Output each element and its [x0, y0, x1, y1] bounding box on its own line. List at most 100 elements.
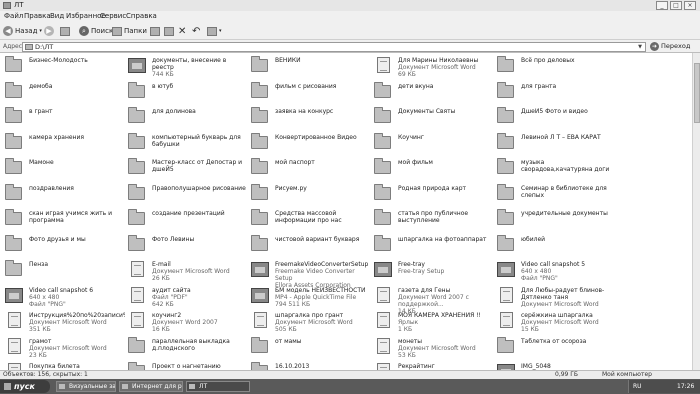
list-item[interactable]: Семинар в библиотеке для слепых	[496, 182, 618, 206]
menu-file[interactable]: Файл	[4, 11, 23, 22]
list-item[interactable]: 16.10.2013	[250, 360, 372, 370]
list-item[interactable]: для долинова	[127, 105, 249, 129]
list-item[interactable]: ВЕНИКИ	[250, 54, 372, 78]
list-item[interactable]: монеты Документ Microsoft Word 53 КБ	[373, 335, 495, 359]
list-item[interactable]: Правополушарное рисование	[127, 182, 249, 206]
installer-icon	[250, 260, 270, 277]
folders-button[interactable]: Папки	[112, 25, 147, 37]
list-item[interactable]: Video call snapshot 6 640 x 480 Файл "PNG…	[4, 284, 126, 308]
list-item[interactable]: поздравления	[4, 182, 126, 206]
list-item[interactable]: Проект о нагнетанию детского	[127, 360, 249, 370]
menu-tools[interactable]: Сервис	[100, 11, 126, 22]
list-item[interactable]: Инструкция%20по%20записи%20и...Документ …	[4, 309, 126, 333]
list-item[interactable]: E-mail Документ Microsoft Word 26 КБ	[127, 258, 249, 282]
list-item[interactable]: компьютерный букварь для бабушки	[127, 131, 249, 155]
list-item[interactable]: от мамы	[250, 335, 372, 359]
list-item[interactable]: Фото друзья и мы	[4, 233, 126, 257]
list-item[interactable]: Мастер-класс от Депостар и дшеЙ5	[127, 156, 249, 180]
item-details: Файл "PDF" 642 КБ	[152, 293, 188, 308]
menu-edit[interactable]: Правка	[24, 11, 51, 22]
list-item[interactable]: Таблетка от осороза	[496, 335, 618, 359]
list-item[interactable]: статья про публичное выступление	[373, 207, 495, 231]
list-item[interactable]: грамот Документ Microsoft Word 23 КБ	[4, 335, 126, 359]
minimize-button[interactable]: _	[656, 1, 668, 10]
item-name: Всё про деловых	[521, 57, 575, 64]
address-input[interactable]: D:\ЛТ ▼	[22, 42, 646, 52]
list-item[interactable]: в грант	[4, 105, 126, 129]
search-button[interactable]: ⌕ Поиск	[79, 25, 113, 37]
list-item[interactable]: заявка на конкурс	[250, 105, 372, 129]
list-item[interactable]: музыка сворадова,качатурянa доги	[496, 156, 618, 180]
list-item[interactable]: шпаргалка про грант Документ Microsoft Wo…	[250, 309, 372, 333]
maximize-button[interactable]: □	[670, 1, 682, 10]
list-item[interactable]: коучинг2 Документ Word 2007 16 КБ	[127, 309, 249, 333]
list-item[interactable]: Документы Святы	[373, 105, 495, 129]
language-indicator[interactable]: RU	[633, 380, 642, 393]
list-item[interactable]: IMG_5048	[496, 360, 618, 370]
list-item[interactable]: Покупка билета	[4, 360, 126, 370]
list-item[interactable]: Мамоне	[4, 156, 126, 180]
list-item[interactable]: Free-tray Free-tray Setup	[373, 258, 495, 282]
list-item[interactable]: Левиной Л Т – ЕВА КАРАТ	[496, 131, 618, 155]
list-item[interactable]: FreemakeVideoConverterSetup Freemake Vide…	[250, 258, 372, 289]
scrollbar-thumb[interactable]	[694, 63, 700, 123]
folder-icon	[496, 209, 516, 226]
list-item[interactable]: чистовой вариант букваря	[250, 233, 372, 257]
delete-button[interactable]: ✕	[178, 25, 186, 37]
views-button[interactable]: ▾	[207, 25, 222, 37]
list-item[interactable]: Коучинг	[373, 131, 495, 155]
list-item[interactable]: газета для Гены Документ Word 2007 с подд…	[373, 284, 495, 315]
list-item[interactable]: Всё про деловых	[496, 54, 618, 78]
folder-icon	[373, 183, 393, 201]
list-item[interactable]: аудит сайта Файл "PDF" 642 КБ	[127, 284, 249, 308]
up-button[interactable]	[60, 25, 70, 37]
chevron-down-icon[interactable]: ▼	[636, 43, 644, 51]
list-item[interactable]: Для Любы-радует блинов-Дятленко таня Доку…	[496, 284, 618, 308]
list-item[interactable]: создание презентаций	[127, 207, 249, 231]
list-item[interactable]: шпаргалка на фотоаппарат	[373, 233, 495, 257]
list-item[interactable]: демоба	[4, 80, 126, 104]
list-item[interactable]: мой фильм	[373, 156, 495, 180]
list-item[interactable]: Пенза	[4, 258, 126, 282]
title-bar[interactable]: ЛТ _ □ ×	[0, 0, 700, 11]
list-item[interactable]: БМ модель НЕИЗВЕСТНОСТИ MP4 - Apple Quick…	[250, 284, 372, 308]
close-button[interactable]: ×	[684, 1, 696, 10]
item-name: Документы Святы	[398, 108, 456, 115]
list-item[interactable]: юбилей	[496, 233, 618, 257]
task-lt[interactable]: ЛТ	[186, 381, 250, 392]
vertical-scrollbar[interactable]	[692, 53, 700, 370]
list-item[interactable]: документы, внесение в реестр 744 КБ	[127, 54, 249, 78]
list-item[interactable]: Конвертированное Видео	[250, 131, 372, 155]
list-item[interactable]: мой паспорт	[250, 156, 372, 180]
go-button[interactable]: ➜ Переход	[650, 41, 690, 52]
list-item[interactable]: Средства массовой информации про нас	[250, 207, 372, 231]
list-item[interactable]: Бизнес-Молодость	[4, 54, 126, 78]
list-item[interactable]: МОЯ КАМЕРА ХРАНЕНИЯ !! Ярлык 1 КБ	[373, 309, 495, 333]
list-item[interactable]: учредительные документы	[496, 207, 618, 231]
list-item[interactable]: Рекрайтинг	[373, 360, 495, 370]
list-item[interactable]: для гранта	[496, 80, 618, 104]
list-item[interactable]: ДшеЙ5 Фото и видео	[496, 105, 618, 129]
move-to-button[interactable]	[150, 25, 160, 37]
list-item[interactable]: Для Марины Николаевны Документ Microsoft …	[373, 54, 495, 78]
list-item[interactable]: параллельная выкладка д.плоднского	[127, 335, 249, 359]
copy-to-button[interactable]	[164, 25, 174, 37]
list-item[interactable]: дети вкуна	[373, 80, 495, 104]
list-item[interactable]: Video call snapshot 5 640 x 480 Файл "PNG…	[496, 258, 618, 282]
start-button[interactable]: пуск	[0, 380, 50, 393]
list-item[interactable]: в ютуб	[127, 80, 249, 104]
list-item[interactable]: Родная природа карт	[373, 182, 495, 206]
menu-help[interactable]: Справка	[126, 11, 157, 22]
task-visual-bookmarks[interactable]: Визуальные закл...	[56, 381, 116, 392]
task-internet[interactable]: Интернет для ре...	[119, 381, 183, 392]
list-item[interactable]: фильм с рисования	[250, 80, 372, 104]
menu-view[interactable]: Вид	[50, 11, 64, 22]
forward-button[interactable]: ▶	[44, 25, 54, 37]
list-item[interactable]: скан играя учимся жить и программа	[4, 207, 126, 231]
list-item[interactable]: камера хранения	[4, 131, 126, 155]
list-item[interactable]: серёжкина шпаргалка Документ Microsoft Wo…	[496, 309, 618, 333]
back-button[interactable]: ◀ Назад ▾	[3, 25, 42, 37]
list-item[interactable]: Фото Левины	[127, 233, 249, 257]
list-item[interactable]: Рисуем.ру	[250, 182, 372, 206]
undo-button[interactable]: ↶	[192, 25, 200, 37]
